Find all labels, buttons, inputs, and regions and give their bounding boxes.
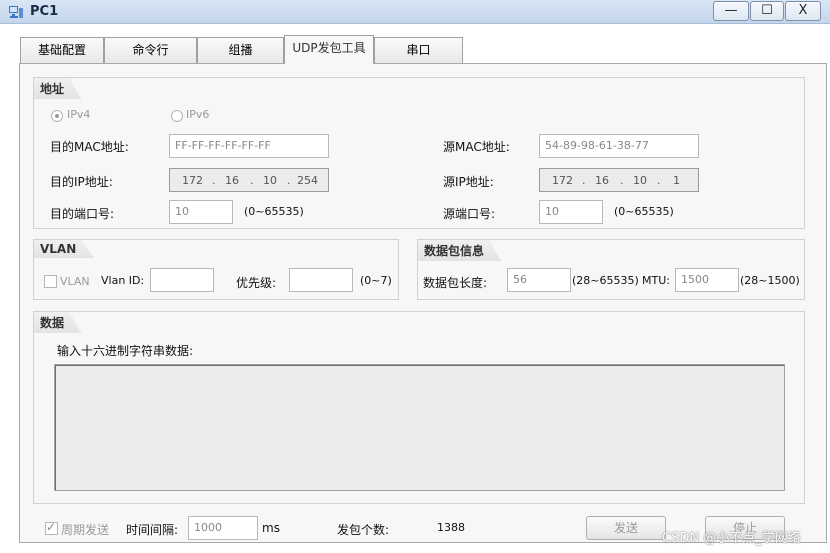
dst-ip-input[interactable]: 172 . 16 . 10 . 254	[169, 168, 329, 192]
packet-length-range: (28~65535)	[572, 274, 639, 287]
dst-port-input[interactable]: 10	[169, 200, 233, 224]
dst-ip-octet-4: 254	[297, 174, 318, 187]
mtu-range: (28~1500)	[740, 274, 800, 287]
vlan-checkbox-label: VLAN	[60, 275, 90, 288]
ipv4-label: IPv4	[67, 108, 91, 121]
packet-count-label: 发包个数:	[337, 523, 390, 537]
tab-serial[interactable]: 串口	[374, 37, 463, 63]
packet-length-label: 数据包长度:	[423, 276, 488, 290]
src-ip-octet-1: 172	[552, 174, 573, 187]
dst-ip-label: 目的IP地址:	[50, 175, 113, 189]
tab-multicast[interactable]: 组播	[197, 37, 284, 63]
src-ip-dot-1: .	[582, 174, 586, 187]
minimize-button[interactable]: —	[713, 1, 749, 21]
hex-data-label: 输入十六进制字符串数据:	[57, 344, 194, 358]
src-port-label: 源端口号:	[443, 207, 496, 221]
tab-udp-tool[interactable]: UDP发包工具	[284, 35, 374, 64]
src-ip-label: 源IP地址:	[443, 175, 494, 189]
priority-label: 优先级:	[236, 276, 277, 290]
packet-info-group-title: 数据包信息	[417, 239, 501, 261]
dst-port-range: (0~65535)	[244, 205, 304, 218]
src-mac-label: 源MAC地址:	[443, 140, 510, 154]
vlan-group-title: VLAN	[33, 239, 93, 258]
src-port-range: (0~65535)	[614, 205, 674, 218]
vlan-checkbox[interactable]	[44, 275, 57, 288]
ipv6-radio[interactable]	[171, 110, 183, 122]
interval-unit: ms	[262, 521, 280, 535]
dst-ip-octet-1: 172	[182, 174, 203, 187]
interval-input[interactable]: 1000	[188, 516, 258, 540]
mtu-label: MTU:	[642, 274, 670, 287]
vlan-id-input[interactable]	[150, 268, 214, 292]
tab-basic-config[interactable]: 基础配置	[20, 37, 104, 63]
src-ip-input[interactable]: 172 . 16 . 10 . 1	[539, 168, 699, 192]
hex-data-textarea[interactable]	[54, 364, 785, 491]
window-title: PC1	[30, 4, 59, 19]
src-mac-input[interactable]: 54-89-98-61-38-77	[539, 134, 699, 158]
address-group-title: 地址	[33, 77, 81, 99]
priority-input[interactable]	[289, 268, 353, 292]
dst-mac-input[interactable]: FF-FF-FF-FF-FF-FF	[169, 134, 329, 158]
priority-range: (0~7)	[360, 274, 392, 287]
dst-ip-dot-2: .	[250, 174, 254, 187]
tab-command-line[interactable]: 命令行	[104, 37, 197, 63]
src-ip-dot-3: .	[657, 174, 661, 187]
periodic-send-checkbox[interactable]	[45, 520, 58, 535]
ipv4-radio[interactable]	[51, 110, 63, 122]
data-group-title: 数据	[33, 311, 81, 333]
pc-app-icon	[9, 6, 23, 18]
ipv6-label: IPv6	[186, 108, 210, 121]
packet-count-value: 1388	[437, 521, 465, 534]
src-ip-octet-3: 10	[633, 174, 647, 187]
send-button[interactable]: 发送	[586, 516, 666, 540]
src-ip-octet-4: 1	[673, 174, 680, 187]
mtu-input[interactable]: 1500	[675, 268, 739, 292]
src-ip-dot-2: .	[620, 174, 624, 187]
dst-ip-dot-3: .	[287, 174, 291, 187]
src-port-input[interactable]: 10	[539, 200, 603, 224]
dst-mac-label: 目的MAC地址:	[50, 140, 129, 154]
packet-length-input[interactable]: 56	[507, 268, 571, 292]
dst-ip-octet-3: 10	[263, 174, 277, 187]
dst-ip-octet-2: 16	[225, 174, 239, 187]
title-bar: PC1 — ☐ X	[0, 0, 830, 24]
close-button[interactable]: X	[785, 1, 821, 21]
maximize-button[interactable]: ☐	[750, 1, 784, 21]
vlan-id-label: Vlan ID:	[101, 274, 145, 287]
periodic-send-label: 周期发送	[61, 523, 110, 537]
interval-label: 时间间隔:	[126, 523, 179, 537]
src-ip-octet-2: 16	[595, 174, 609, 187]
csdn-watermark: CSDN @小不点_学网络	[662, 531, 801, 546]
dst-ip-dot-1: .	[212, 174, 216, 187]
dst-port-label: 目的端口号:	[50, 207, 115, 221]
